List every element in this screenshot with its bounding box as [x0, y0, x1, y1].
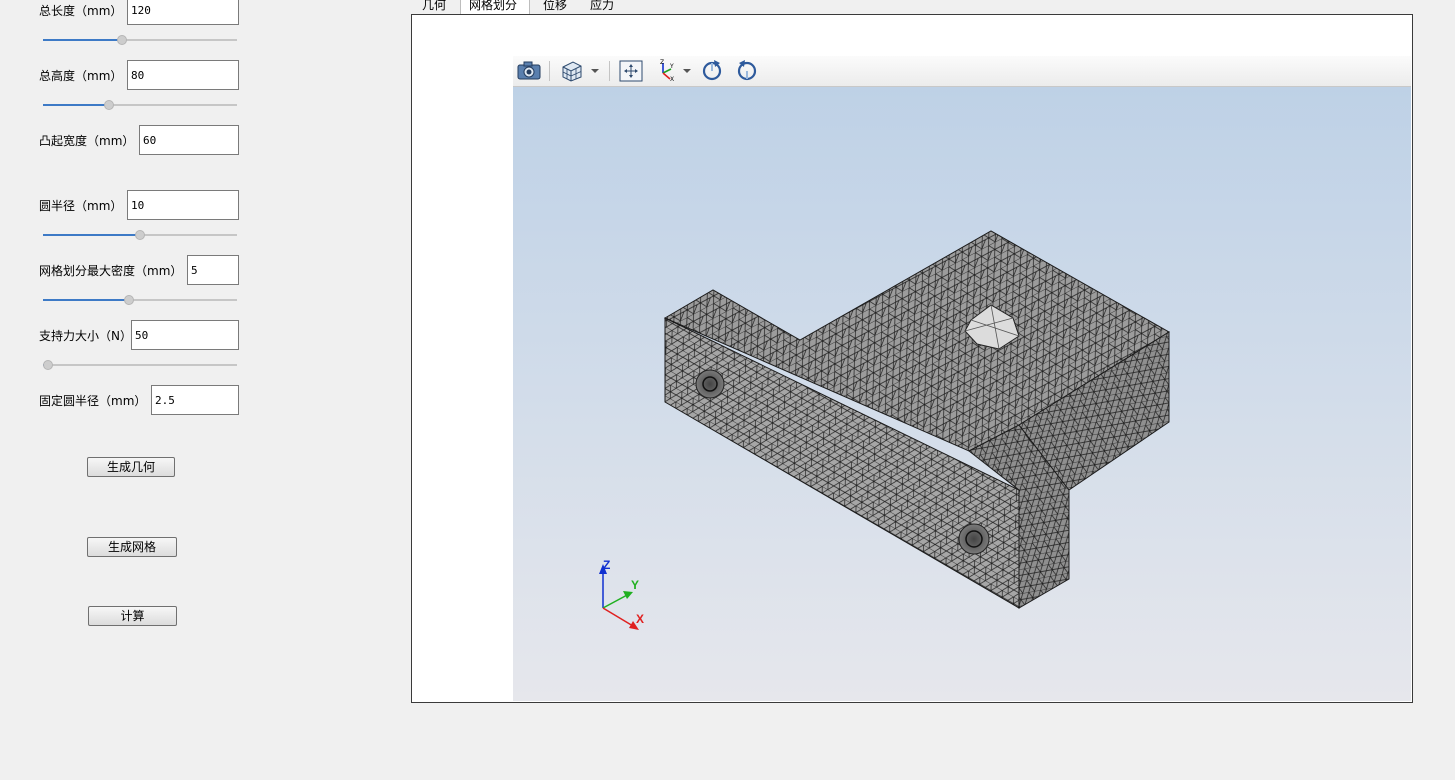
fit-all-icon[interactable]: [618, 59, 644, 83]
mesh-density-label: 网格划分最大密度（mm）: [39, 264, 183, 278]
rotate-cw-icon[interactable]: [699, 59, 725, 83]
axis-triad: Z Y X: [599, 558, 644, 630]
height-input[interactable]: [127, 60, 239, 90]
tab-mesh[interactable]: 网格划分: [460, 0, 530, 15]
slider-fill: [43, 104, 109, 106]
toolbar-separator: [609, 61, 610, 81]
generate-mesh-button[interactable]: 生成网格: [87, 537, 177, 557]
boss-width-input[interactable]: [139, 125, 239, 155]
z-axis-label: Z: [603, 558, 610, 572]
support-force-input[interactable]: [131, 320, 239, 350]
height-label: 总高度（mm）: [39, 69, 123, 83]
fix-radius-label: 固定圆半径（mm）: [39, 394, 147, 408]
svg-text:Y: Y: [669, 63, 674, 70]
compute-button[interactable]: 计算: [88, 606, 177, 626]
mesh-density-input[interactable]: [187, 255, 239, 285]
3d-viewport[interactable]: Z Y X Z Y X: [513, 56, 1411, 701]
tab-geometry[interactable]: 几何: [414, 0, 454, 14]
height-slider[interactable]: [43, 99, 237, 111]
viewer-toolbar: Z Y X: [513, 56, 1411, 87]
radius-label: 圆半径（mm）: [39, 199, 123, 213]
x-axis-line: [602, 607, 634, 627]
slider-fill: [43, 234, 140, 236]
tab-stress[interactable]: 应力: [582, 0, 622, 14]
slider-thumb[interactable]: [103, 100, 114, 110]
generate-geometry-button[interactable]: 生成几何: [87, 457, 175, 477]
y-axis-arrow: [623, 591, 633, 599]
slider-thumb[interactable]: [43, 360, 53, 370]
tab-displacement[interactable]: 位移: [535, 0, 575, 14]
length-label: 总长度（mm）: [39, 4, 123, 18]
support-force-label: 支持力大小（N）: [39, 329, 132, 343]
camera-icon[interactable]: [516, 59, 542, 83]
slider-fill: [43, 39, 122, 41]
axes-view-icon[interactable]: Z Y X: [653, 59, 679, 83]
y-axis-line: [602, 593, 630, 609]
boss-width-label: 凸起宽度（mm）: [39, 134, 135, 148]
mesh-density-slider[interactable]: [43, 294, 237, 306]
y-axis-label: Y: [631, 578, 639, 592]
slider-thumb[interactable]: [116, 35, 127, 45]
slider-thumb[interactable]: [123, 295, 134, 305]
length-input[interactable]: [127, 0, 239, 25]
fixed-hole-right: [958, 523, 990, 555]
chevron-down-icon[interactable]: [591, 69, 599, 73]
fix-radius-input[interactable]: [151, 385, 239, 415]
svg-text:Z: Z: [660, 59, 664, 66]
fixed-hole-left: [695, 369, 725, 399]
chevron-down-icon[interactable]: [683, 69, 691, 73]
radius-slider[interactable]: [43, 229, 237, 241]
toolbar-separator: [549, 61, 550, 81]
view-cube-icon[interactable]: [559, 59, 585, 83]
svg-text:X: X: [670, 76, 674, 83]
slider-thumb[interactable]: [135, 230, 145, 240]
x-axis-label: X: [636, 612, 644, 626]
slider-track: [43, 364, 237, 366]
length-slider[interactable]: [43, 34, 237, 46]
support-force-slider[interactable]: [43, 359, 237, 371]
rotate-ccw-icon[interactable]: [734, 59, 760, 83]
radius-input[interactable]: [127, 190, 239, 220]
slider-fill: [43, 299, 129, 301]
